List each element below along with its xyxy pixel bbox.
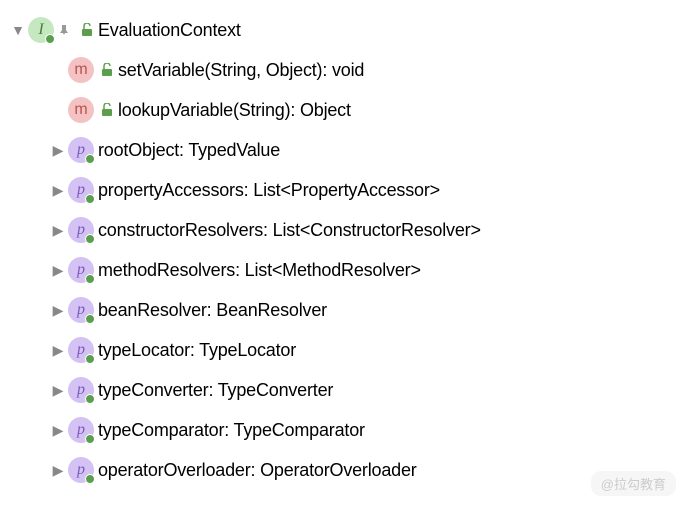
property-icon: p xyxy=(68,417,94,443)
tree-item-label: propertyAccessors: List<PropertyAccessor… xyxy=(98,180,440,201)
property-icon: p xyxy=(68,137,94,163)
pin-icon xyxy=(60,25,74,35)
expand-arrow-icon[interactable]: ▶ xyxy=(48,342,68,359)
lock-open-icon xyxy=(98,103,116,117)
property-icon: p xyxy=(68,377,94,403)
watermark: @拉勾教育 xyxy=(591,471,676,496)
tree-item[interactable]: m lookupVariable(String): Object xyxy=(0,90,696,130)
expand-arrow-icon[interactable]: ▶ xyxy=(48,262,68,279)
tree-children: m setVariable(String, Object): void m looku… xyxy=(0,50,696,490)
tree-item-label: rootObject: TypedValue xyxy=(98,140,280,161)
tree-item-label: operatorOverloader: OperatorOverloader xyxy=(98,460,417,481)
method-icon: m xyxy=(68,97,94,123)
tree-item[interactable]: ▶ppropertyAccessors: List<PropertyAccess… xyxy=(0,170,696,210)
tree-item-label: methodResolvers: List<MethodResolver> xyxy=(98,260,421,281)
method-icon: m xyxy=(68,57,94,83)
tree-root-label: EvaluationContext xyxy=(98,20,241,41)
property-icon: p xyxy=(68,217,94,243)
property-icon: p xyxy=(68,337,94,363)
lock-open-icon xyxy=(78,23,96,37)
tree-item-label: beanResolver: BeanResolver xyxy=(98,300,327,321)
tree-item[interactable]: ▶pconstructorResolvers: List<Constructor… xyxy=(0,210,696,250)
interface-icon: I xyxy=(28,17,54,43)
tree-item-label: lookupVariable(String): Object xyxy=(118,100,351,121)
property-icon: p xyxy=(68,177,94,203)
tree-item[interactable]: ▶pmethodResolvers: List<MethodResolver> xyxy=(0,250,696,290)
expand-arrow-icon[interactable]: ▶ xyxy=(48,142,68,159)
expand-arrow-icon[interactable]: ▶ xyxy=(48,182,68,199)
expand-arrow-icon[interactable]: ▶ xyxy=(48,462,68,479)
tree-item[interactable]: m setVariable(String, Object): void xyxy=(0,50,696,90)
lock-open-icon xyxy=(98,63,116,77)
property-icon: p xyxy=(68,297,94,323)
tree-item[interactable]: ▶ptypeConverter: TypeConverter xyxy=(0,370,696,410)
expand-arrow-icon[interactable]: ▶ xyxy=(48,222,68,239)
tree-item[interactable]: ▶pbeanResolver: BeanResolver xyxy=(0,290,696,330)
tree-item[interactable]: ▶prootObject: TypedValue xyxy=(0,130,696,170)
tree-item-label: typeComparator: TypeComparator xyxy=(98,420,365,441)
tree-item-label: setVariable(String, Object): void xyxy=(118,60,364,81)
tree-item[interactable]: ▶ptypeComparator: TypeComparator xyxy=(0,410,696,450)
expand-arrow-icon[interactable]: ▶ xyxy=(48,382,68,399)
collapse-arrow-icon[interactable]: ▼ xyxy=(8,22,28,38)
tree-item-label: typeLocator: TypeLocator xyxy=(98,340,296,361)
property-icon: p xyxy=(68,257,94,283)
tree-root-row[interactable]: ▼ I EvaluationContext xyxy=(0,10,696,50)
tree-item-label: typeConverter: TypeConverter xyxy=(98,380,333,401)
expand-arrow-icon[interactable]: ▶ xyxy=(48,302,68,319)
tree-item[interactable]: ▶ptypeLocator: TypeLocator xyxy=(0,330,696,370)
property-icon: p xyxy=(68,457,94,483)
expand-arrow-icon[interactable]: ▶ xyxy=(48,422,68,439)
tree-item-label: constructorResolvers: List<ConstructorRe… xyxy=(98,220,481,241)
